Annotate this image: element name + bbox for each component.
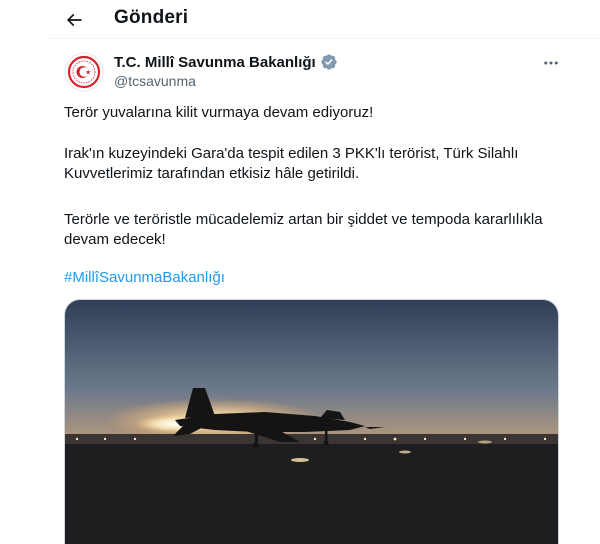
post-header: Gönderi bbox=[0, 0, 600, 40]
header-divider bbox=[47, 38, 600, 39]
tweet-paragraph: Irak'ın kuzeyindeki Gara'da tespit edile… bbox=[64, 145, 519, 182]
avatar[interactable] bbox=[64, 52, 104, 92]
more-options-button[interactable] bbox=[539, 54, 563, 72]
hashtag-link[interactable]: #MillîSavunmaBakanlığı bbox=[64, 269, 225, 286]
arrow-left-icon bbox=[66, 13, 82, 27]
tweet-media-image[interactable] bbox=[64, 299, 559, 544]
fighter-jet-takeoff-image bbox=[65, 300, 558, 544]
back-button[interactable] bbox=[60, 8, 88, 32]
tweet-paragraph: Terör yuvalarına kilit vurmaya devam edi… bbox=[64, 104, 374, 121]
display-name[interactable]: T.C. Millî Savunma Bakanlığı bbox=[114, 54, 316, 71]
verified-badge-icon bbox=[321, 54, 337, 70]
ministry-emblem-icon bbox=[64, 52, 104, 92]
more-horizontal-icon bbox=[544, 61, 558, 65]
account-name-row: T.C. Millî Savunma Bakanlığı bbox=[114, 53, 338, 71]
tweet-paragraph: Terörle ve teröristle mücadelemiz artan … bbox=[64, 211, 543, 248]
account-handle[interactable]: @tcsavunma bbox=[114, 73, 196, 89]
page-title: Gönderi bbox=[114, 7, 189, 28]
